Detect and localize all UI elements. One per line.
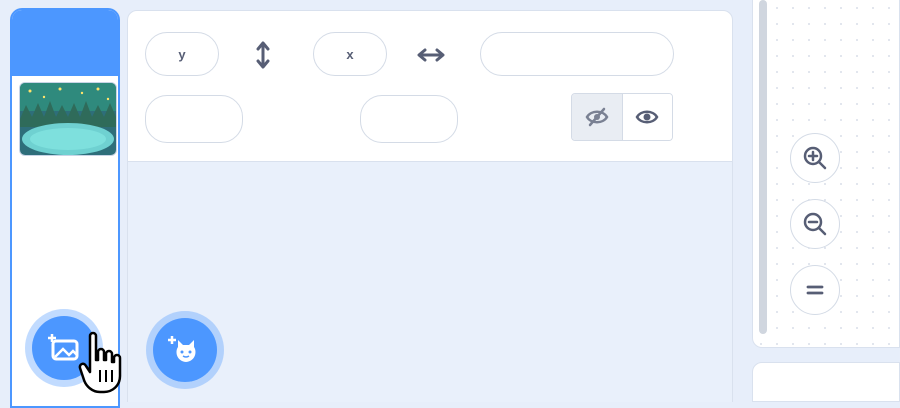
zoom-out-button[interactable] [790,199,840,249]
eye-icon [635,110,659,124]
zoom-in-icon [803,146,827,170]
hide-sprite-button[interactable] [572,94,623,140]
size-field[interactable] [145,95,243,143]
stage-panel-header [12,10,118,76]
sprite-name-field[interactable] [480,32,674,76]
direction-field[interactable] [360,95,458,143]
visibility-toggle [571,93,673,141]
y-label: y [178,46,186,62]
zoom-out-icon [803,212,827,236]
vertical-arrows-icon [256,41,270,69]
zoom-reset-button[interactable] [790,265,840,315]
horizontal-arrows-icon [417,48,445,62]
x-position-field[interactable]: x [313,32,387,76]
x-label: x [346,46,354,62]
show-sprite-button[interactable] [622,94,672,140]
zoom-reset-icon [806,285,824,295]
y-position-field[interactable]: y [145,32,219,76]
choose-sprite-button[interactable] [146,311,224,389]
add-backdrop-icon [48,334,79,361]
lower-right-pane [752,362,900,402]
add-sprite-cat-icon [168,336,196,362]
backdrop-image [20,83,116,155]
backdrop-thumbnail[interactable] [19,82,117,156]
zoom-in-button[interactable] [790,133,840,183]
eye-slash-icon [585,107,609,127]
vertical-scrollbar[interactable] [759,0,767,334]
hand-cursor-icon [78,331,122,394]
